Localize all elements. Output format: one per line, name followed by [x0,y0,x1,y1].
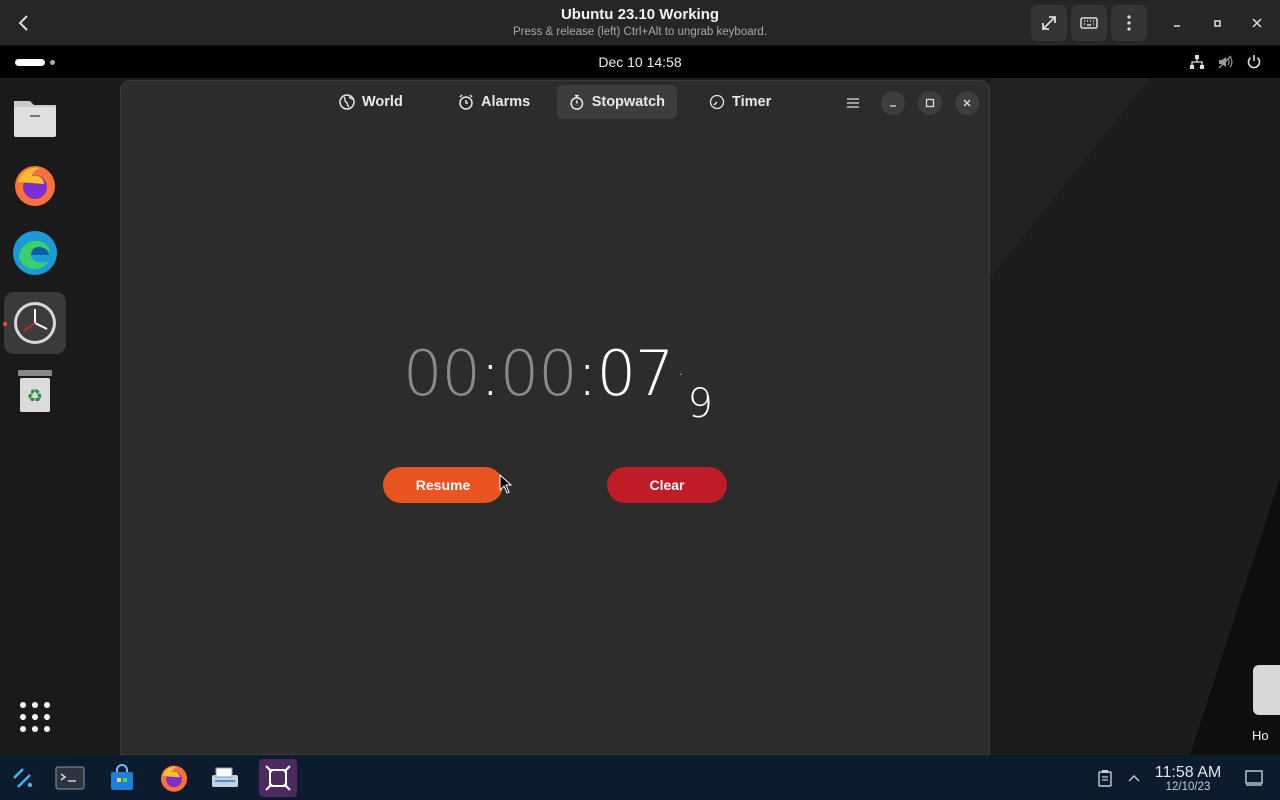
close-icon [963,99,971,107]
desktop: Ho [990,78,1280,755]
stopwatch-minutes: 00 [499,337,578,410]
trash-icon: ♻ [18,370,52,412]
viewer-close-button[interactable] [1244,10,1270,36]
maximize-icon [1214,20,1221,27]
taskbar-time[interactable]: 11:58 AM [1150,764,1226,782]
dock-edge[interactable] [4,222,66,284]
network-icon[interactable] [1189,54,1205,70]
tab-alarms-label: Alarms [481,94,531,110]
header-bar: World Alarms Stopwatch Timer [121,81,989,125]
vm-frame-icon [265,765,291,791]
tray-expand-icon[interactable] [1118,759,1150,797]
notifications-icon[interactable] [1236,759,1272,797]
clear-button[interactable]: Clear [607,467,727,503]
taskbar-firefox[interactable] [155,759,193,797]
timer-icon [709,94,725,110]
files-icon [14,101,56,137]
svg-text:♻: ♻ [27,386,43,407]
globe-icon [339,94,355,110]
viewer-maximize-button[interactable] [1204,10,1230,36]
home-folder-icon[interactable] [1253,665,1280,715]
tab-stopwatch[interactable]: Stopwatch [557,85,677,119]
tab-world[interactable]: World [327,85,415,119]
viewer-bar: Ubuntu 23.10 Working Press & release (le… [0,0,1280,46]
tab-alarms[interactable]: Alarms [446,85,542,119]
host-taskbar: 11:58 AM 12/10/23 [0,755,1280,800]
app-grid-icon [20,702,50,732]
keyboard-icon [1080,17,1098,29]
volume-muted-icon[interactable] [1217,54,1233,70]
keyboard-button[interactable] [1071,5,1107,41]
hamburger-menu-icon [847,98,859,108]
resume-button[interactable]: Resume [383,467,503,503]
stopwatch-hours: 00 [403,337,481,410]
stopwatch-tenths: 9 [687,381,713,427]
dock-trash[interactable]: ♻ [4,360,66,422]
maximize-button[interactable] [918,91,942,115]
maximize-icon [925,98,935,108]
scanner-icon [212,767,238,787]
tab-timer[interactable]: Timer [697,85,783,119]
close-icon [1252,18,1262,28]
home-folder-label: Ho [1252,728,1269,743]
clocks-window: World Alarms Stopwatch Timer 00:00:07.9 [120,80,990,755]
dock-clocks[interactable] [4,292,66,354]
time-separator: : [479,337,501,410]
dock-files[interactable] [4,86,66,148]
tab-stopwatch-label: Stopwatch [591,94,665,110]
dock: ♻ [0,78,70,755]
clipboard-tray-icon[interactable] [1088,759,1122,797]
firefox-icon [160,765,188,792]
clock-icon [14,302,56,344]
main-menu-button[interactable] [841,91,865,115]
wallpaper-shape [990,78,1280,755]
launcher-button[interactable] [4,759,42,797]
launcher-icon [13,768,33,788]
minimize-icon [1174,25,1180,27]
running-indicator [3,322,7,326]
top-bar-clock[interactable]: Dec 10 14:58 [0,54,1280,70]
time-separator: : [576,337,598,410]
tab-timer-label: Timer [732,94,772,110]
viewer-menu-button[interactable] [1111,5,1147,41]
stopwatch-display: 00:00:07.9 [403,343,713,427]
taskbar-date[interactable]: 12/10/23 [1150,781,1226,793]
expand-icon [1042,16,1056,30]
dock-firefox[interactable] [4,154,66,216]
gnome-top-bar: Dec 10 14:58 [0,46,1280,78]
taskbar-vm-manager[interactable] [259,759,297,797]
more-vertical-icon [1127,15,1131,31]
minimize-icon [890,105,896,107]
mouse-cursor-icon [499,474,513,494]
fullscreen-button[interactable] [1031,5,1067,41]
power-icon[interactable] [1246,54,1262,70]
show-apps-button[interactable] [4,686,66,748]
decimal-separator: . [677,356,685,381]
tab-world-label: World [362,94,403,110]
taskbar-terminal[interactable] [51,759,89,797]
store-bag-icon [111,764,133,790]
close-button[interactable] [955,91,979,115]
terminal-icon [55,766,85,790]
stopwatch-icon [570,94,584,110]
taskbar-store[interactable] [103,759,141,797]
minimize-button[interactable] [881,91,905,115]
firefox-icon [15,166,55,206]
viewer-minimize-button[interactable] [1164,10,1190,36]
stopwatch-seconds: 07 [596,337,675,410]
taskbar-scanner[interactable] [206,759,244,797]
edge-icon [13,231,57,275]
alarm-icon [459,94,473,110]
